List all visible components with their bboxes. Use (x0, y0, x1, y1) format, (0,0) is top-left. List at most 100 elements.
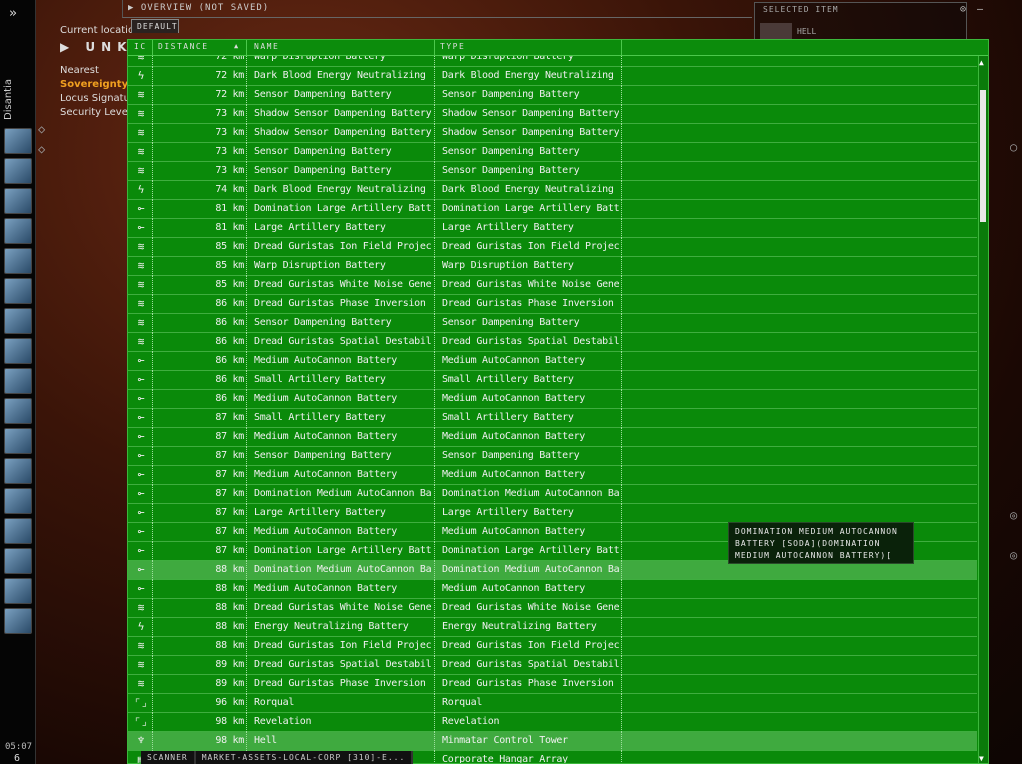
tab-scanner[interactable]: SCANNER (141, 751, 196, 764)
divider (246, 314, 247, 333)
nearest-label[interactable]: Nearest (60, 65, 99, 76)
table-row[interactable]: ≋ 89 km Dread Guristas Spatial Destabiliza… (128, 656, 977, 675)
table-row[interactable]: ♆ 98 km Hell Minmatar Control Tower (128, 732, 977, 751)
divider (621, 295, 622, 314)
fitting-icon[interactable] (4, 368, 32, 394)
table-row[interactable]: ⟜ 81 km Large Artillery Battery Large Artil… (128, 219, 977, 238)
table-row[interactable]: ≋ 72 km Sensor Dampening Battery Sensor Dam… (128, 86, 977, 105)
table-row[interactable]: ≋ 73 km Shadow Sensor Dampening Battery Sha… (128, 124, 977, 143)
minimize-icon[interactable]: – (977, 4, 983, 15)
scrollbar[interactable]: ▲ ▼ (978, 56, 988, 763)
table-row[interactable]: ⟜ 88 km Medium AutoCannon Battery Medium Au… (128, 580, 977, 599)
table-row[interactable]: ≋ 88 km Dread Guristas Ion Field Projectio… (128, 637, 977, 656)
column-distance[interactable]: DISTANCE (158, 42, 209, 51)
fleet-icon[interactable] (4, 458, 32, 484)
table-row[interactable]: ≋ 85 km Dread Guristas White Noise Generat… (128, 276, 977, 295)
starmap-icon[interactable] (4, 338, 32, 364)
table-row[interactable]: ⟜ 87 km Small Artillery Battery Small Artil… (128, 409, 977, 428)
table-row[interactable]: ≋ 86 km Dread Guristas Spatial Destabiliza… (128, 333, 977, 352)
row-name: Sensor Dampening Battery (254, 450, 392, 461)
divider (621, 371, 622, 390)
table-row[interactable]: ≋ 72 km Warp Disruption Battery Warp Disrup… (128, 56, 977, 67)
market-icon[interactable] (4, 278, 32, 304)
mail-icon[interactable] (4, 188, 32, 214)
table-row[interactable]: ≋ 86 km Sensor Dampening Battery Sensor Dam… (128, 314, 977, 333)
sovereignty-label[interactable]: Sovereignty (60, 79, 128, 90)
table-row[interactable]: ≋ 85 km Dread Guristas Ion Field Projectio… (128, 238, 977, 257)
turret-icon: ⟜ (137, 506, 145, 519)
table-row[interactable]: ≋ 86 km Dread Guristas Phase Inversion Bat… (128, 295, 977, 314)
chat-icon[interactable] (4, 548, 32, 574)
table-row[interactable]: ⟜ 87 km Large Artillery Battery Large Artil… (128, 504, 977, 523)
overview-title[interactable]: ▶ OVERVIEW (NOT SAVED) (128, 3, 269, 13)
divider (434, 371, 435, 390)
divider (434, 504, 435, 523)
row-distance: 86 km (215, 317, 244, 328)
column-type[interactable]: TYPE (440, 42, 465, 51)
row-name: Hell (254, 735, 277, 746)
ring-icon: ≋ (137, 107, 145, 120)
column-name[interactable]: NAME (254, 42, 279, 51)
divider (621, 124, 622, 143)
table-row[interactable]: ⟜ 81 km Domination Large Artillery Battery… (128, 200, 977, 219)
settings-icon[interactable]: ⊙ (960, 4, 966, 15)
scroll-down-icon[interactable]: ▼ (979, 754, 984, 763)
row-distance: 87 km (215, 450, 244, 461)
table-row[interactable]: ≋ 73 km Shadow Sensor Dampening Battery Sha… (128, 105, 977, 124)
table-row[interactable]: ⌜⌟ 98 km Revelation Revelation (128, 713, 977, 732)
table-row[interactable]: ⟜ 86 km Medium AutoCannon Battery Medium Au… (128, 352, 977, 371)
tab-market-assets[interactable]: MARKET-ASSETS-LOCAL-CORP [310]-E... (195, 751, 414, 764)
divider (246, 428, 247, 447)
divider (152, 219, 153, 238)
table-row[interactable]: ⟜ 87 km Medium AutoCannon Battery Medium Au… (128, 428, 977, 447)
table-row[interactable]: ⌜⌟ 96 km Rorqual Rorqual (128, 694, 977, 713)
divider (152, 390, 153, 409)
divider (152, 162, 153, 181)
contracts-icon[interactable] (4, 308, 32, 334)
table-row[interactable]: ≋ 85 km Warp Disruption Battery Warp Disrup… (128, 257, 977, 276)
table-row[interactable]: ⟜ 87 km Domination Medium AutoCannon Batte… (128, 485, 977, 504)
neocom-sidebar: » Disantia 05:07 6 (0, 0, 36, 764)
table-row[interactable]: ≋ 89 km Dread Guristas Phase Inversion Bat… (128, 675, 977, 694)
row-distance: 86 km (215, 374, 244, 385)
divider (246, 143, 247, 162)
table-row[interactable]: ≋ 73 km Sensor Dampening Battery Sensor Dam… (128, 162, 977, 181)
cargo-icon[interactable] (4, 398, 32, 424)
row-type: Dread Guristas White Noise Generation (442, 279, 619, 290)
table-row[interactable]: ϟ 74 km Dark Blood Energy Neutralizing Bat… (128, 181, 977, 200)
tab-default[interactable]: DEFAULT (131, 19, 179, 33)
table-row[interactable]: ϟ 72 km Dark Blood Energy Neutralizing Bat… (128, 67, 977, 86)
character-name[interactable]: Disantia (3, 79, 14, 120)
row-name: Large Artillery Battery (254, 507, 386, 518)
double-chevron-right-icon[interactable]: » (9, 6, 17, 21)
turret-icon: ⟜ (137, 221, 145, 234)
divider (621, 599, 622, 618)
column-ic[interactable]: IC (134, 42, 147, 51)
table-row[interactable]: ϟ 88 km Energy Neutralizing Battery Energy … (128, 618, 977, 637)
character-sheet-icon[interactable] (4, 128, 32, 154)
help-icon[interactable] (4, 608, 32, 634)
row-type: Dark Blood Energy Neutralizing Battery (442, 70, 619, 81)
scroll-up-icon[interactable]: ▲ (979, 58, 984, 67)
map-icon[interactable] (4, 218, 32, 244)
notepad-icon[interactable] (4, 578, 32, 604)
journal-icon[interactable] (4, 518, 32, 544)
divider (434, 86, 435, 105)
turret-icon: ⟜ (137, 563, 145, 576)
divider (246, 390, 247, 409)
table-row[interactable]: ≋ 73 km Sensor Dampening Battery Sensor Dam… (128, 143, 977, 162)
scrollbar-thumb[interactable] (980, 90, 986, 222)
assets-icon[interactable] (4, 158, 32, 184)
row-distance: 98 km (215, 716, 244, 727)
table-row[interactable]: ≋ 88 km Dread Guristas White Noise Generat… (128, 599, 977, 618)
table-row[interactable]: ⟜ 87 km Sensor Dampening Battery Sensor Dam… (128, 447, 977, 466)
scanner-icon[interactable] (4, 428, 32, 454)
table-row[interactable]: ⟜ 86 km Small Artillery Battery Small Artil… (128, 371, 977, 390)
table-row[interactable]: ⟜ 86 km Medium AutoCannon Battery Medium Au… (128, 390, 977, 409)
divider (152, 276, 153, 295)
divider (434, 751, 435, 763)
row-name: Medium AutoCannon Battery (254, 355, 398, 366)
browser-icon[interactable] (4, 488, 32, 514)
corporation-icon[interactable] (4, 248, 32, 274)
table-row[interactable]: ⟜ 87 km Medium AutoCannon Battery Medium Au… (128, 466, 977, 485)
